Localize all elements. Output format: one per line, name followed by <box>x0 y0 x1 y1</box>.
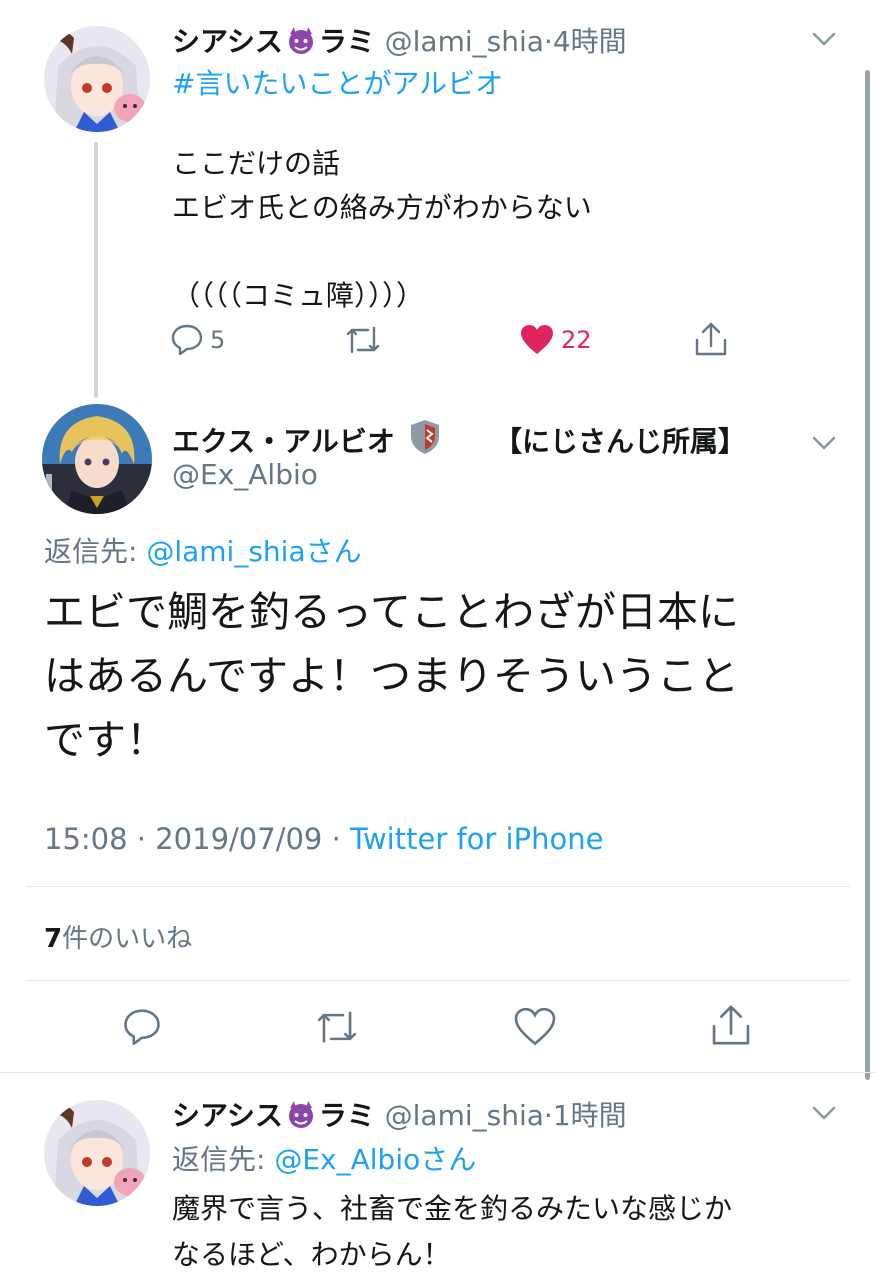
tweet-line: 魔界で言う、社畜で金を釣るみたいな感じか <box>172 1192 733 1225</box>
avatar-albio[interactable] <box>42 404 152 514</box>
likes-number: 7 <box>44 924 63 954</box>
reply-to-link[interactable]: @lami_shiaさん <box>146 535 361 568</box>
tweet-line: はあるんですよ！つまりそういうこと <box>44 652 739 700</box>
divider <box>0 1072 876 1073</box>
scrollbar[interactable] <box>865 70 870 1080</box>
tweet-line: なるほど、わからん！ <box>172 1238 451 1271</box>
handle[interactable]: @lami_shia <box>385 1099 544 1132</box>
like-count: 22 <box>561 326 592 354</box>
reply-icon[interactable] <box>170 322 204 356</box>
affiliation: 【にじさんじ所属】 <box>494 425 747 458</box>
likes-label: 件のいいね <box>62 924 193 954</box>
chevron-down-icon[interactable] <box>812 32 836 46</box>
reply-icon[interactable] <box>122 1006 162 1046</box>
avatar-lami[interactable] <box>44 1100 150 1206</box>
tweet-meta: 15:08 · 2019/07/09 · Twitter for iPhone <box>44 822 603 856</box>
heart-icon[interactable] <box>514 1008 556 1046</box>
tweet-body: ここだけの話 エビオ氏との絡み方がわからない （（（（コミュ障）））） <box>172 142 592 318</box>
tweet-line <box>172 230 592 274</box>
reply-count: 5 <box>210 326 226 354</box>
share-icon[interactable] <box>710 1002 752 1048</box>
timestamp[interactable]: 4時間 <box>553 25 627 58</box>
thread-connector <box>94 142 98 398</box>
display-name[interactable]: シアシス ラミ <box>172 25 385 58</box>
hashtag-link[interactable]: #言いたいことがアルビオ <box>172 62 503 102</box>
tweet-body: 魔界で言う、社畜で金を釣るみたいな感じか なるほど、わからん！ <box>172 1186 732 1278</box>
likes-summary[interactable]: 7件のいいね <box>44 918 192 955</box>
heart-icon[interactable] <box>520 324 554 356</box>
separator: · <box>331 822 341 856</box>
chevron-down-icon[interactable] <box>812 1106 836 1120</box>
tweet-line: ここだけの話 <box>172 147 341 180</box>
handle[interactable]: @Ex_Albio <box>172 458 318 491</box>
divider <box>26 886 850 887</box>
display-name[interactable]: エクス・アルビオ <box>172 420 395 460</box>
reply-to-label: 返信先: <box>44 535 138 568</box>
reply-to: 返信先: @Ex_Albioさん <box>172 1138 476 1178</box>
tweet-line: （（（（コミュ障）））） <box>172 279 425 312</box>
separator: · <box>136 822 147 856</box>
tweet-line: エビオ氏との絡み方がわからない <box>172 191 592 224</box>
reply-to-label: 返信先: <box>172 1143 266 1176</box>
handle[interactable]: @lami_shia <box>385 25 544 58</box>
divider <box>26 980 850 981</box>
retweet-icon[interactable] <box>344 324 382 356</box>
devil-emoji-icon <box>288 1101 313 1128</box>
timestamp[interactable]: 1時間 <box>553 1099 627 1132</box>
tweet-time: 15:08 <box>44 822 128 856</box>
client-link[interactable]: Twitter for iPhone <box>350 822 603 856</box>
share-icon[interactable] <box>694 320 728 358</box>
tweet-body: エビで鯛を釣るってことわざが日本に はあるんですよ！つまりそういうこと です！ <box>44 580 739 772</box>
display-name[interactable]: シアシス ラミ <box>172 1099 385 1132</box>
tweet-date: 2019/07/09 <box>155 822 323 856</box>
reply-to: 返信先: @lami_shiaさん <box>44 530 362 570</box>
devil-emoji-icon <box>288 27 313 54</box>
tweet-line: エビで鯛を釣るってことわざが日本に <box>44 588 739 636</box>
chevron-down-icon[interactable] <box>812 436 836 450</box>
shield-emoji-icon <box>411 420 439 454</box>
avatar-lami[interactable] <box>44 26 150 132</box>
separator: · <box>543 1099 553 1132</box>
reply-to-link[interactable]: @Ex_Albioさん <box>274 1143 476 1176</box>
tweet-line: です！ <box>44 716 167 764</box>
retweet-icon[interactable] <box>314 1008 360 1046</box>
separator: · <box>543 25 553 58</box>
